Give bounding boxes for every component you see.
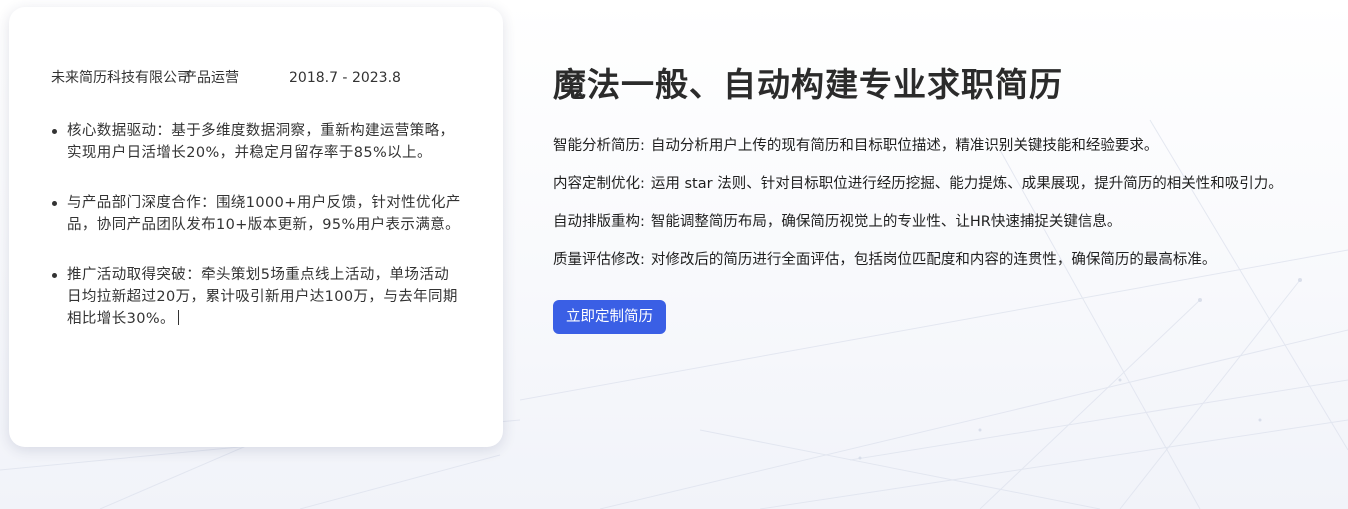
- feature-item: 智能分析简历: 自动分析用户上传的现有简历和目标职位描述，精准识别关键技能和经验要…: [553, 132, 1323, 161]
- feature-item: 自动排版重构: 智能调整简历布局，确保简历视觉上的专业性、让HR快速捕捉关键信息。: [553, 208, 1323, 237]
- feature-section: 魔法一般、自动构建专业求职简历 智能分析简历: 自动分析用户上传的现有简历和目标职…: [553, 62, 1323, 334]
- list-item: 核心数据驱动：基于多维度数据洞察，重新构建运营策略，实现用户日活增长20%，并稳…: [51, 120, 461, 164]
- resume-preview-card: 未来简历科技有限公司产品运营 2018.7 - 2023.8 核心数据驱动：基于多…: [9, 7, 503, 447]
- list-item: 推广活动取得突破：牵头策划5场重点线上活动，单场活动日均拉新超过20万，累计吸引…: [51, 264, 461, 330]
- feature-label: 质量评估修改:: [553, 252, 645, 268]
- employment-period: 2018.7 - 2023.8: [289, 70, 401, 86]
- customize-resume-button[interactable]: 立即定制简历: [553, 300, 666, 334]
- experience-meta: 未来简历科技有限公司产品运营 2018.7 - 2023.8: [51, 67, 401, 87]
- feature-label: 智能分析简历:: [553, 138, 645, 154]
- bullet-text: 与产品部门深度合作：围绕1000+用户反馈，针对性优化产品，协同产品团队发布10…: [67, 195, 461, 233]
- bullet-text: 核心数据驱动：基于多维度数据洞察，重新构建运营策略，实现用户日活增长20%，并稳…: [67, 123, 455, 161]
- feature-item: 质量评估修改: 对修改后的简历进行全面评估，包括岗位匹配度和内容的连贯性，确保简历…: [553, 246, 1323, 275]
- feature-text: 运用 star 法则、针对目标职位进行经历挖掘、能力提炼、成果展现，提升简历的相…: [650, 176, 1283, 192]
- company-name: 未来简历科技有限公司: [51, 70, 191, 86]
- list-item: 与产品部门深度合作：围绕1000+用户反馈，针对性优化产品，协同产品团队发布10…: [51, 192, 461, 236]
- bullet-dot-icon: [52, 201, 57, 206]
- bullet-dot-icon: [52, 273, 57, 278]
- bullet-text: 推广活动取得突破：牵头策划5场重点线上活动，单场活动日均拉新超过20万，累计吸引…: [67, 267, 458, 327]
- feature-headline: 魔法一般、自动构建专业求职简历: [553, 65, 1063, 104]
- job-role: 产品运营: [183, 70, 239, 86]
- feature-list: 智能分析简历: 自动分析用户上传的现有简历和目标职位描述，精准识别关键技能和经验要…: [553, 132, 1323, 275]
- text-cursor-icon: [177, 310, 179, 325]
- feature-label: 自动排版重构:: [553, 214, 645, 230]
- bullet-dot-icon: [52, 129, 57, 134]
- feature-item: 内容定制优化: 运用 star 法则、针对目标职位进行经历挖掘、能力提炼、成果展现…: [553, 170, 1323, 199]
- experience-bullet-list: 核心数据驱动：基于多维度数据洞察，重新构建运营策略，实现用户日活增长20%，并稳…: [51, 120, 461, 358]
- feature-text: 智能调整简历布局，确保简历视觉上的专业性、让HR快速捕捉关键信息。: [650, 214, 1122, 230]
- feature-text: 对修改后的简历进行全面评估，包括岗位匹配度和内容的连贯性，确保简历的最高标准。: [650, 252, 1217, 268]
- feature-label: 内容定制优化:: [553, 176, 645, 192]
- feature-text: 自动分析用户上传的现有简历和目标职位描述，精准识别关键技能和经验要求。: [650, 138, 1159, 154]
